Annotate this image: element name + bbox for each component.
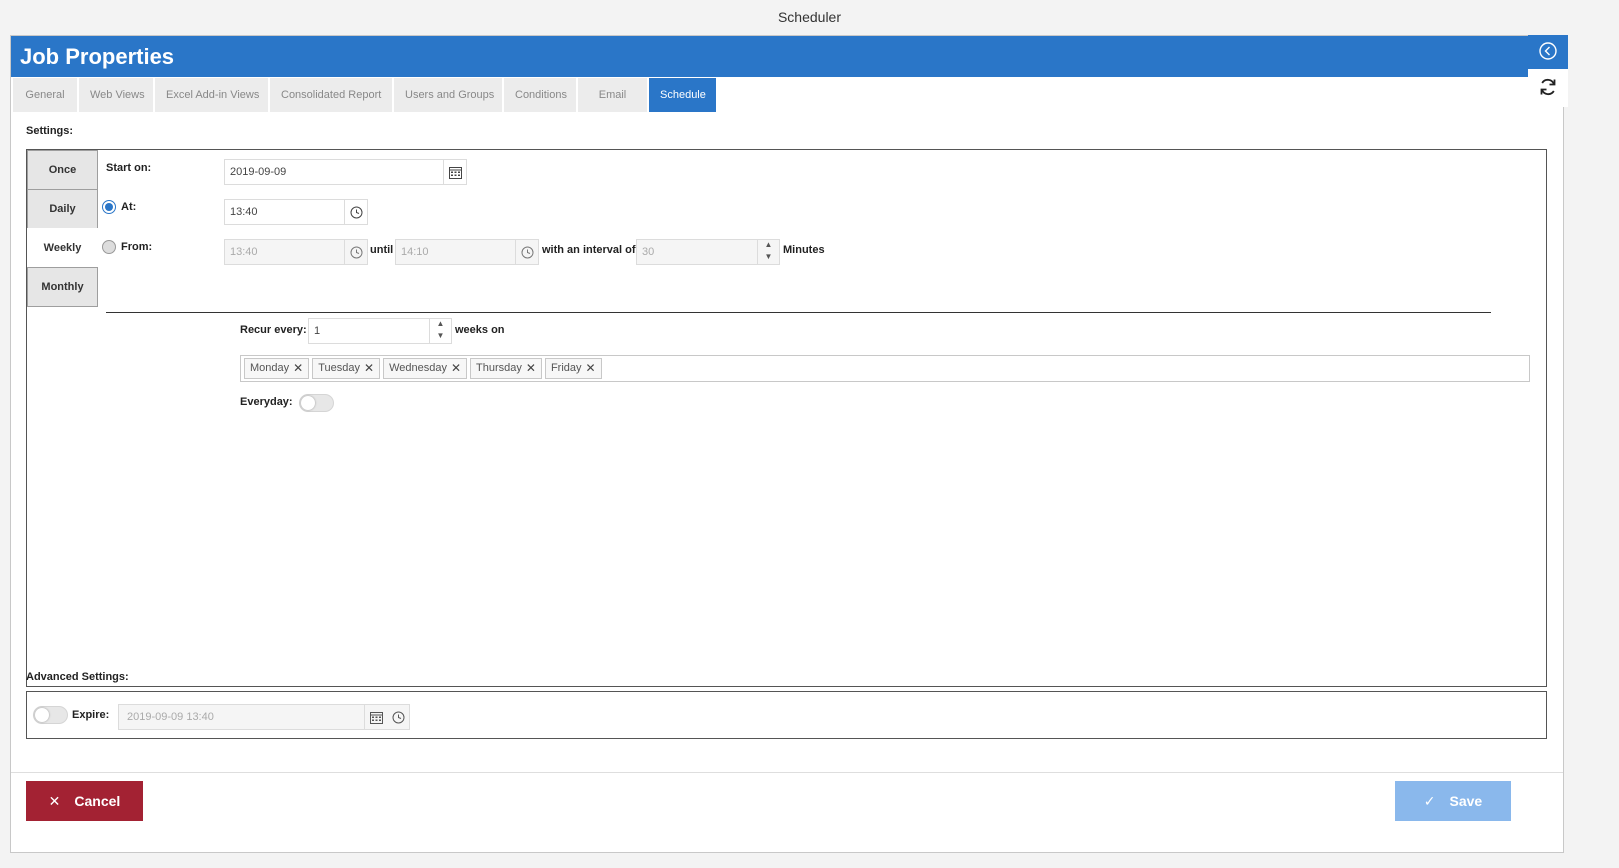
interval-input[interactable]: 30 ▲ ▼ <box>636 239 780 265</box>
everyday-toggle[interactable] <box>299 394 334 412</box>
close-icon: ✕ <box>48 792 61 809</box>
at-time-value: 13:40 <box>230 206 258 218</box>
tab-web-views[interactable]: Web Views <box>79 78 153 112</box>
calendar-icon[interactable] <box>443 159 467 185</box>
cancel-button[interactable]: ✕ Cancel <box>26 781 143 821</box>
footer-divider <box>11 772 1563 773</box>
at-label: At: <box>121 201 137 213</box>
everyday-label: Everyday: <box>240 396 293 408</box>
settings-divider <box>106 312 1491 313</box>
tab-schedule[interactable]: Schedule <box>649 78 716 112</box>
dialog-title: Job Properties <box>11 36 1563 77</box>
day-tag: Wednesday ✕ <box>383 358 468 379</box>
window-title: Scheduler <box>777 9 842 25</box>
start-on-label: Start on: <box>106 162 152 174</box>
interval-unit-label: Minutes <box>783 244 825 256</box>
day-tag: Monday ✕ <box>244 358 310 379</box>
from-time-value: 13:40 <box>230 246 258 258</box>
recur-every-spinner[interactable]: ▲ ▼ <box>429 318 451 344</box>
recur-every-label: Recur every: <box>240 324 307 336</box>
day-tag: Tuesday ✕ <box>312 358 381 379</box>
weeks-on-label: weeks on <box>455 324 505 336</box>
frequency-tab-once[interactable]: Once <box>27 150 98 190</box>
clock-icon[interactable] <box>515 239 539 265</box>
calendar-icon[interactable] <box>364 704 388 730</box>
until-label: until <box>370 244 394 256</box>
tab-general[interactable]: General <box>13 78 77 112</box>
save-button[interactable]: ✓ Save <box>1395 781 1511 821</box>
remove-tag-icon[interactable]: ✕ <box>451 359 461 378</box>
from-label: From: <box>121 241 153 253</box>
settings-label: Settings: <box>26 125 74 137</box>
advanced-settings-panel: Expire: 2019-09-09 13:40 <box>26 691 1547 739</box>
frequency-tab-monthly[interactable]: Monthly <box>27 267 98 307</box>
check-icon: ✓ <box>1423 792 1436 809</box>
interval-label: with an interval of <box>542 244 636 256</box>
until-time-value: 14:10 <box>401 246 429 258</box>
clock-icon[interactable] <box>386 704 410 730</box>
refresh-icon <box>1537 76 1559 101</box>
tab-excel-add-in-views[interactable]: Excel Add-in Views <box>155 78 268 112</box>
recur-every-value: 1 <box>314 325 321 337</box>
clock-icon[interactable] <box>344 239 368 265</box>
frequency-tab-weekly[interactable]: Weekly <box>27 228 98 268</box>
remove-tag-icon[interactable]: ✕ <box>293 359 303 378</box>
frequency-tab-daily[interactable]: Daily <box>27 189 98 229</box>
expire-datetime-input[interactable]: 2019-09-09 13:40 <box>118 704 410 730</box>
weekday-multiselect[interactable]: Monday ✕ Tuesday ✕ Wednesday ✕ Thursday ✕ Fr… <box>240 355 1530 382</box>
recur-every-input[interactable]: 1 ▲ ▼ <box>308 318 452 344</box>
collapse-panel-button[interactable] <box>1528 35 1568 69</box>
from-time-input[interactable]: 13:40 <box>224 239 368 265</box>
at-radio[interactable] <box>102 200 116 214</box>
at-time-input[interactable]: 13:40 <box>224 199 368 225</box>
settings-panel: Once Daily Weekly Monthly Start on: 2019… <box>26 149 1547 687</box>
interval-value: 30 <box>642 246 655 258</box>
remove-tag-icon[interactable]: ✕ <box>364 359 374 378</box>
remove-tag-icon[interactable]: ✕ <box>586 359 596 378</box>
tab-consolidated-report[interactable]: Consolidated Report <box>270 78 392 112</box>
chevron-left-circle-icon <box>1538 41 1558 64</box>
tab-conditions[interactable]: Conditions <box>504 78 576 112</box>
save-button-label: Save <box>1449 793 1483 809</box>
job-properties-dialog: Job Properties General Web Views Excel A… <box>10 35 1564 853</box>
day-tag: Friday ✕ <box>544 358 602 379</box>
day-tag: Thursday ✕ <box>470 358 542 379</box>
from-radio[interactable] <box>102 240 116 254</box>
remove-tag-icon[interactable]: ✕ <box>526 359 536 378</box>
clock-icon[interactable] <box>344 199 368 225</box>
until-time-input[interactable]: 14:10 <box>395 239 539 265</box>
tab-email[interactable]: Email <box>578 78 647 112</box>
right-toolbar <box>1528 35 1568 107</box>
expire-label: Expire: <box>72 709 110 721</box>
interval-spinner[interactable]: ▲ ▼ <box>757 239 779 265</box>
start-on-value: 2019-09-09 <box>230 166 287 178</box>
expire-value: 2019-09-09 13:40 <box>127 711 214 723</box>
expire-toggle[interactable] <box>33 706 68 724</box>
cancel-button-label: Cancel <box>74 793 121 809</box>
tab-users-and-groups[interactable]: Users and Groups <box>394 78 502 112</box>
property-tabs: General Web Views Excel Add-in Views Con… <box>13 78 718 112</box>
advanced-settings-label: Advanced Settings: <box>26 671 129 683</box>
start-on-date-input[interactable]: 2019-09-09 <box>224 159 467 185</box>
refresh-button[interactable] <box>1528 71 1568 105</box>
